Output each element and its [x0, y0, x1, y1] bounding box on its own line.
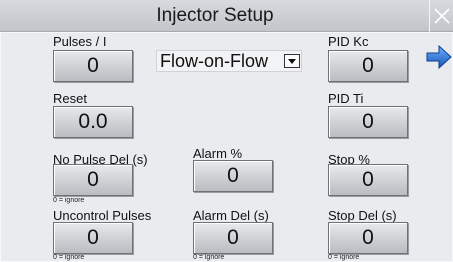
- stop-del-label: Stop Del (s): [328, 208, 397, 223]
- uncontrol-pulses-note: 0 = ignore: [53, 254, 85, 261]
- pid-ti-field[interactable]: 0: [328, 106, 408, 138]
- alarm-pct-field[interactable]: 0: [193, 160, 273, 192]
- reset-label: Reset: [53, 91, 87, 106]
- title-bar: Injector Setup: [0, 0, 453, 32]
- chevron-down-icon[interactable]: [284, 54, 300, 68]
- close-button[interactable]: [429, 0, 453, 32]
- pid-kc-label: PID Kc: [328, 34, 369, 49]
- alarm-del-label: Alarm Del (s): [193, 208, 269, 223]
- stop-del-field[interactable]: 0: [328, 222, 408, 254]
- no-pulse-del-field[interactable]: 0: [53, 164, 133, 196]
- pid-ti-label: PID Ti: [328, 91, 364, 106]
- alarm-del-note: 0 = ignore: [193, 254, 225, 261]
- arrow-right-icon[interactable]: [426, 45, 452, 69]
- pulses-per-i-field[interactable]: 0: [53, 50, 133, 82]
- stop-del-note: 0 = ignore: [328, 254, 360, 261]
- stop-pct-field[interactable]: 0: [328, 164, 408, 196]
- mode-dropdown[interactable]: Flow-on-Flow: [156, 50, 302, 72]
- mode-dropdown-value: Flow-on-Flow: [160, 51, 269, 71]
- uncontrol-pulses-field[interactable]: 0: [53, 222, 133, 254]
- no-pulse-del-note: 0 = ignore: [53, 197, 85, 204]
- pid-kc-field[interactable]: 0: [328, 50, 408, 82]
- close-icon: [434, 8, 450, 24]
- pulses-per-i-label: Pulses / I: [53, 34, 107, 49]
- uncontrol-pulses-label: Uncontrol Pulses: [53, 208, 152, 223]
- page-title: Injector Setup: [156, 5, 274, 26]
- alarm-del-field[interactable]: 0: [193, 222, 273, 254]
- alarm-pct-label: Alarm %: [193, 146, 243, 161]
- reset-field[interactable]: 0.0: [53, 106, 133, 138]
